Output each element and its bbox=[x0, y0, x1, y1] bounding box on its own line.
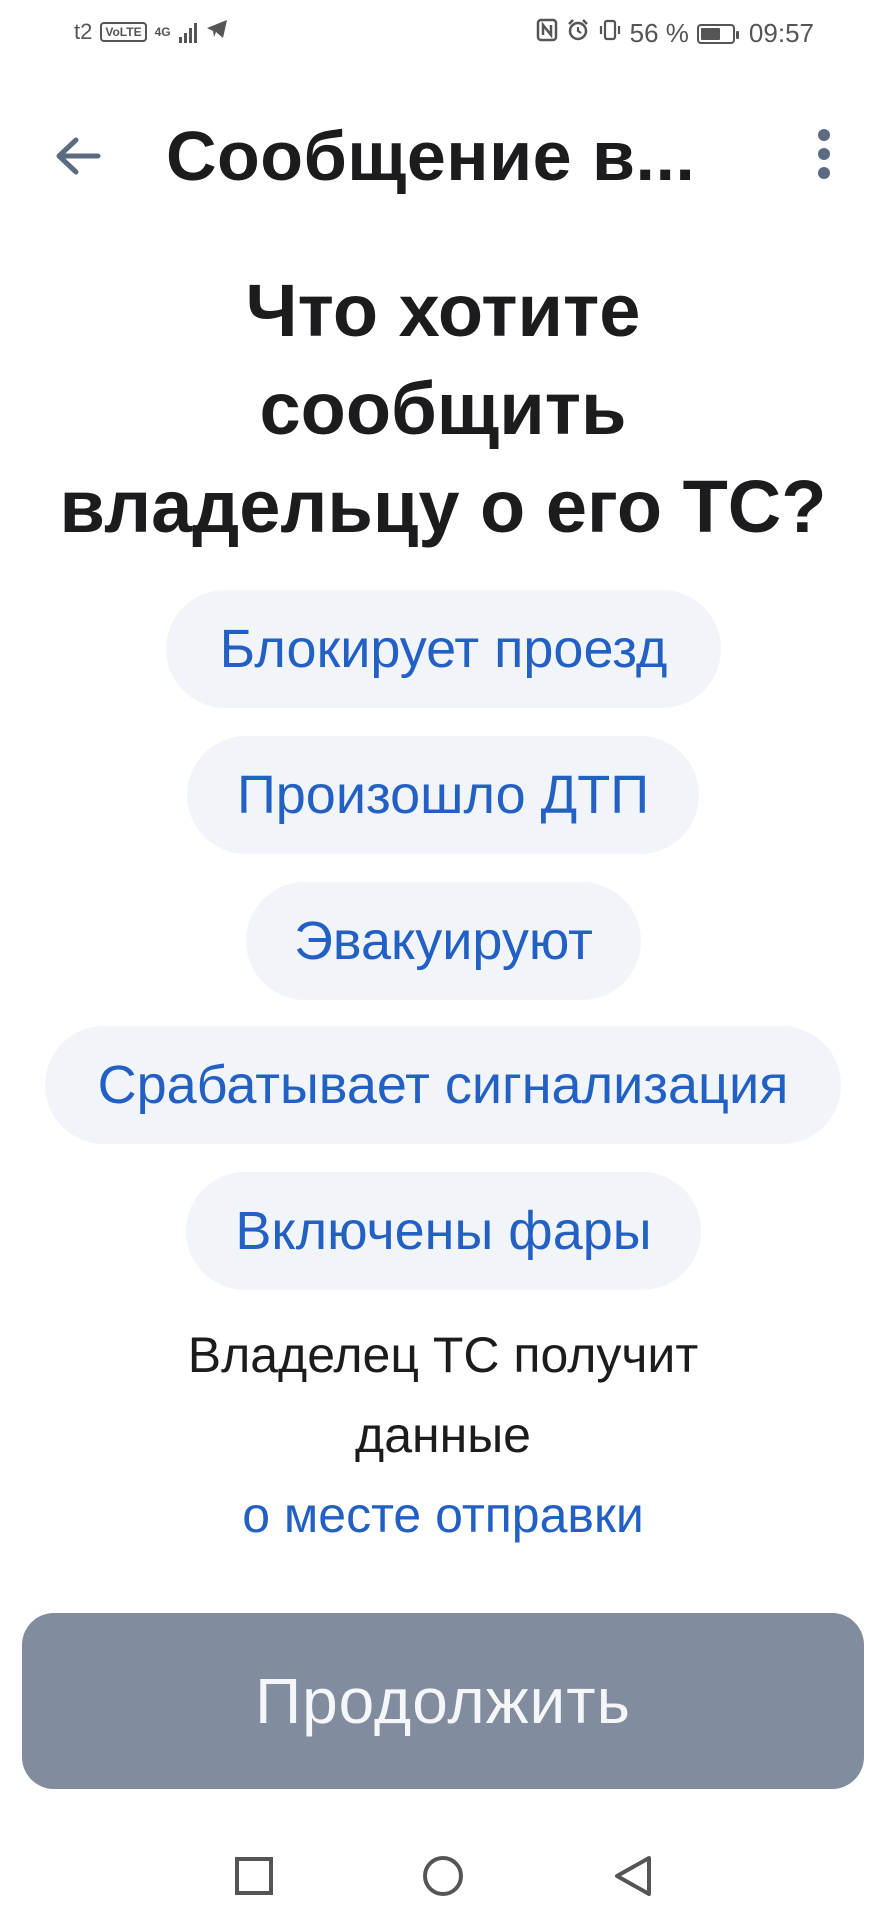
nfc-icon bbox=[536, 18, 558, 49]
more-button[interactable] bbox=[794, 126, 854, 186]
arrow-left-icon bbox=[54, 136, 102, 181]
battery-percent: 56 % bbox=[629, 18, 689, 48]
carrier-label: t2 bbox=[74, 19, 93, 44]
circle-icon bbox=[421, 1854, 465, 1903]
battery-fill bbox=[700, 27, 720, 40]
option-chip-blocks-passage[interactable]: Блокирует проезд bbox=[166, 590, 721, 708]
recents-button[interactable] bbox=[224, 1848, 284, 1908]
status-left: t2 VoLTE 4G bbox=[74, 18, 229, 46]
question-line-1: Что хотите bbox=[245, 269, 641, 352]
home-button[interactable] bbox=[413, 1848, 473, 1908]
status-bar: t2 VoLTE 4G 56 % 09:57 bbox=[0, 0, 886, 70]
vibrate-icon bbox=[598, 18, 622, 49]
battery-icon bbox=[696, 23, 739, 44]
location-info-link[interactable]: о месте отправки bbox=[60, 1475, 826, 1555]
page-title: Сообщение в... bbox=[166, 117, 696, 195]
square-icon bbox=[234, 1856, 274, 1901]
alarm-icon bbox=[566, 18, 590, 49]
clock: 09:57 bbox=[748, 18, 814, 48]
network-label: 4G bbox=[154, 25, 171, 39]
telegram-icon bbox=[205, 18, 229, 46]
triangle-back-icon bbox=[613, 1854, 653, 1903]
question-heading: Что хотите сообщить владельцу о его ТС? bbox=[30, 262, 856, 556]
more-vertical-icon bbox=[816, 128, 832, 185]
option-chip-evacuation[interactable]: Эвакуируют bbox=[246, 882, 641, 1000]
app-bar: Сообщение в... bbox=[0, 100, 886, 220]
question-line-3: владельцу о его ТС? bbox=[59, 465, 827, 548]
status-right: 56 % 09:57 bbox=[536, 18, 814, 49]
question-line-2: сообщить bbox=[259, 367, 627, 450]
back-button[interactable] bbox=[48, 128, 108, 188]
continue-button[interactable]: Продолжить bbox=[22, 1613, 864, 1789]
signal-icon bbox=[178, 21, 197, 43]
option-chip-accident[interactable]: Произошло ДТП bbox=[187, 736, 699, 854]
info-line-2: данные bbox=[355, 1407, 531, 1463]
back-nav-button[interactable] bbox=[603, 1848, 663, 1908]
option-chip-headlights[interactable]: Включены фары bbox=[186, 1172, 701, 1290]
volte-badge: VoLTE bbox=[100, 22, 147, 42]
option-chip-alarm[interactable]: Срабатывает сигнализация bbox=[45, 1026, 841, 1144]
owner-info-text: Владелец ТС получит данные о месте отпра… bbox=[60, 1315, 826, 1555]
info-line-1: Владелец ТС получит bbox=[187, 1327, 699, 1383]
system-nav-bar bbox=[0, 1828, 886, 1920]
